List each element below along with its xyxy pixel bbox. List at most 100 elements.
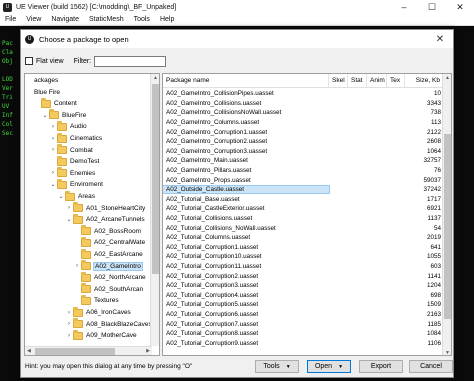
list-vertical-scrollbar[interactable]: ▲ ▼ xyxy=(442,74,451,355)
tree-item[interactable]: › A09_MotherCave xyxy=(65,329,138,341)
package-row[interactable]: A02_Tutorial_Base.uasset 1717 xyxy=(163,195,444,205)
tree-item[interactable]: A02_EastArcane xyxy=(73,248,144,260)
expand-open-icon[interactable]: ⌄ xyxy=(57,193,65,200)
package-row[interactable]: A02_Tutorial_Corruption1.uasset 641 xyxy=(163,243,444,253)
package-row[interactable]: A02_Tutorial_Columns.uasset 2019 xyxy=(163,233,444,243)
tree-vertical-thumb[interactable] xyxy=(152,84,159,274)
export-button[interactable]: Export xyxy=(359,360,403,373)
scroll-right-icon[interactable]: ▶ xyxy=(146,348,150,354)
menu-tools[interactable]: Tools xyxy=(129,16,155,23)
dialog-close-icon[interactable]: ✕ xyxy=(427,30,453,48)
tree-vertical-scrollbar[interactable]: ▲ xyxy=(150,74,159,346)
tree-item[interactable]: ⌄ BlueFire xyxy=(41,109,87,121)
expand-closed-icon[interactable]: › xyxy=(49,136,57,142)
menu-help[interactable]: Help xyxy=(155,16,179,23)
expand-closed-icon[interactable]: › xyxy=(49,124,57,130)
package-tree[interactable]: ackages Blue Fire Content ⌄ BlueFire › Audio › C… xyxy=(24,73,160,356)
package-row[interactable]: A02_Tutorial_Corruption5.uasset 1509 xyxy=(163,300,444,310)
tree-item[interactable]: › A06_IronCaves xyxy=(65,306,132,318)
open-button[interactable]: Open ▼ xyxy=(307,360,351,373)
package-row[interactable]: A02_Tutorial_Corruption7.uasset 1185 xyxy=(163,319,444,329)
package-row[interactable]: A02_Tutorial_Corruption3.uasset 1204 xyxy=(163,281,444,291)
tree-item[interactable]: A02_SouthArcan xyxy=(73,283,144,295)
column-skel[interactable]: Skel xyxy=(329,74,348,87)
flat-view-checkbox[interactable] xyxy=(25,57,33,65)
tree-item[interactable]: › A02_GameIntro xyxy=(73,260,143,272)
cancel-button[interactable]: Cancel xyxy=(409,360,453,373)
package-row[interactable]: A02_Tutorial_Corruption2.uasset 1141 xyxy=(163,271,444,281)
tree-item[interactable]: ⌄ A02_ArcaneTunnels xyxy=(65,213,146,225)
menu-navigate[interactable]: Navigate xyxy=(46,16,84,23)
tree-item[interactable]: A02_BossRoom xyxy=(73,225,142,237)
minimize-icon[interactable]: – xyxy=(390,0,418,14)
package-row[interactable]: A02_Tutorial_Corruption11.uasset 603 xyxy=(163,262,444,272)
expand-closed-icon[interactable]: › xyxy=(65,333,73,339)
tree-item[interactable]: Textures xyxy=(73,294,120,306)
tree-horizontal-thumb[interactable] xyxy=(35,348,115,355)
package-row[interactable]: A02_GameIntro_Corruption3.uasset 1064 xyxy=(163,147,444,157)
tree-item[interactable]: › Combat xyxy=(49,144,94,156)
column-package-name[interactable]: Package name xyxy=(163,74,329,87)
tree-horizontal-scrollbar[interactable]: ◀ ▶ xyxy=(25,346,152,355)
tree-item[interactable]: › Audio xyxy=(49,120,88,132)
list-scroll-down-icon[interactable]: ▼ xyxy=(445,350,450,355)
expand-open-icon[interactable]: ⌄ xyxy=(65,216,73,223)
tree-item[interactable]: Content xyxy=(33,97,78,109)
console-line: Ver xyxy=(2,85,13,92)
column-size[interactable]: Size, Kb xyxy=(405,74,444,87)
tree-item-label: ackages xyxy=(34,77,59,84)
package-row[interactable]: A02_Tutorial_Collisions.uasset 1137 xyxy=(163,214,444,224)
package-row[interactable]: A02_Tutorial_Corruption8.uasset 1084 xyxy=(163,329,444,339)
tree-item[interactable]: A02_NorthArcane xyxy=(73,271,147,283)
expand-closed-icon[interactable]: › xyxy=(65,205,73,211)
column-anim[interactable]: Anim xyxy=(367,74,387,87)
expand-open-icon[interactable]: ⌄ xyxy=(49,181,57,188)
column-tex[interactable]: Tex xyxy=(387,74,405,87)
list-vertical-thumb[interactable] xyxy=(444,134,451,319)
expand-closed-icon[interactable]: › xyxy=(49,147,57,153)
expand-open-icon[interactable]: ⌄ xyxy=(41,112,49,119)
tree-item[interactable]: ackages xyxy=(25,75,59,86)
column-stat[interactable]: Stat xyxy=(348,74,367,87)
menu-view[interactable]: View xyxy=(21,16,46,23)
package-row[interactable]: A02_Tutorial_Collisions_NoWall.uasset 54 xyxy=(163,223,444,233)
package-row[interactable]: A02_GameIntro_Corruption1.uasset 2122 xyxy=(163,127,444,137)
tree-item[interactable]: › A08_BlackBlazeCaves xyxy=(65,318,153,330)
package-row[interactable]: A02_Tutorial_Corruption10.uasset 1055 xyxy=(163,252,444,262)
package-row[interactable]: A02_Tutorial_Corruption6.uasset 2163 xyxy=(163,310,444,320)
tree-item[interactable]: Blue Fire xyxy=(25,87,61,98)
tree-item[interactable]: ⌄ Enviroment xyxy=(49,178,104,190)
package-row[interactable]: A02_GameIntro_Main.uasset 32757 xyxy=(163,156,444,166)
tree-item[interactable]: › A01_StoneHeartCity xyxy=(65,202,146,214)
menu-file[interactable]: File xyxy=(0,16,21,23)
scroll-left-icon[interactable]: ◀ xyxy=(27,348,31,354)
package-row[interactable]: A02_GameIntro_Collisions.uasset 3343 xyxy=(163,99,444,109)
package-row[interactable]: A02_GameIntro_Props.uasset 59037 xyxy=(163,175,444,185)
tree-item[interactable]: DemoTest xyxy=(49,155,100,167)
package-row[interactable]: A02_GameIntro_Pillars.uasset 76 xyxy=(163,166,444,176)
package-row[interactable]: A02_GameIntro_Columns.uasset 113 xyxy=(163,118,444,128)
package-row[interactable]: A02_Tutorial_Corruption9.uasset 1106 xyxy=(163,338,444,348)
package-row[interactable]: A02_Outside_Castle.uasset 37242 xyxy=(163,185,444,195)
package-list[interactable]: Package name Skel Stat Anim Tex Size, Kb… xyxy=(162,73,452,356)
tools-button[interactable]: Tools ▼ xyxy=(255,360,299,373)
tree-item[interactable]: › Cinematics xyxy=(49,132,103,144)
package-row[interactable]: A02_GameIntro_CollisionPipes.uasset 10 xyxy=(163,89,444,99)
close-icon[interactable]: ✕ xyxy=(446,0,474,14)
expand-closed-icon[interactable]: › xyxy=(65,321,73,327)
tree-item[interactable]: A02_CentralWate xyxy=(73,236,146,248)
expand-closed-icon[interactable]: › xyxy=(65,310,73,316)
list-scroll-up-icon[interactable]: ▲ xyxy=(445,75,450,81)
tree-item[interactable]: › Enemies xyxy=(49,167,96,179)
package-row[interactable]: A02_GameIntro_CollisionsNoWall.uasset 738 xyxy=(163,108,444,118)
expand-closed-icon[interactable]: › xyxy=(49,170,57,176)
tree-item[interactable]: ⌄ Areas xyxy=(57,190,96,202)
maximize-icon[interactable]: ☐ xyxy=(418,0,446,14)
package-row[interactable]: A02_Tutorial_CastleExterior.uasset 6921 xyxy=(163,204,444,214)
scroll-up-icon[interactable]: ▲ xyxy=(153,75,158,81)
filter-input[interactable] xyxy=(94,55,167,67)
package-row[interactable]: A02_Tutorial_Corruption4.uasset 698 xyxy=(163,290,444,300)
package-row[interactable]: A02_GameIntro_Corruption2.uasset 2608 xyxy=(163,137,444,147)
expand-closed-icon[interactable]: › xyxy=(73,263,81,269)
menu-staticmesh[interactable]: StaticMesh xyxy=(84,16,129,23)
